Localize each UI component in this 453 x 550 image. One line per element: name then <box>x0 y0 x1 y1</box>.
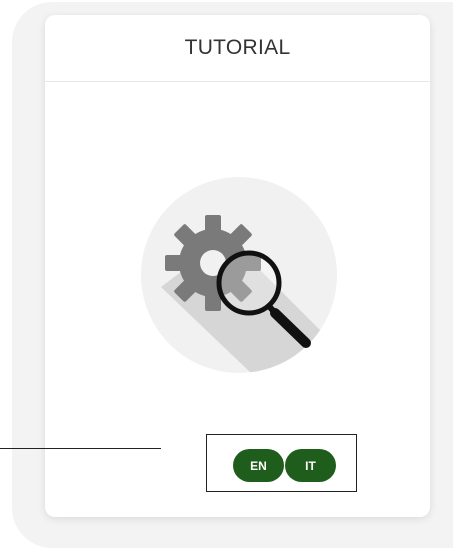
tutorial-card: TUTORIAL EN IT <box>45 15 430 517</box>
language-it-button[interactable]: IT <box>285 449 336 482</box>
language-en-button[interactable]: EN <box>233 449 284 482</box>
annotation-connector-line <box>0 448 161 449</box>
language-selector: EN IT <box>206 434 357 492</box>
settings-search-icon <box>141 177 337 373</box>
card-title: TUTORIAL <box>184 36 291 59</box>
card-header: TUTORIAL <box>45 15 430 82</box>
